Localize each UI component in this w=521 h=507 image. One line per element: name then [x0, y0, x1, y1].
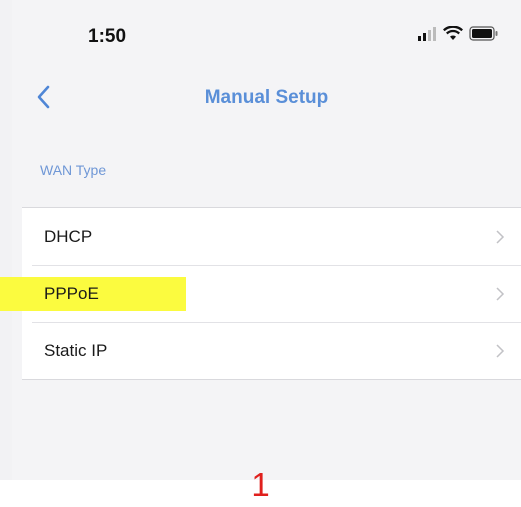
phone-screen: 1:50 Manual Setup WAN Type DHCP PPPoE St… — [12, 0, 521, 480]
chevron-right-icon — [496, 229, 505, 244]
wan-option-dhcp[interactable]: DHCP — [22, 208, 521, 265]
wan-option-static-ip[interactable]: Static IP — [22, 322, 521, 379]
wan-option-label: Static IP — [44, 340, 108, 360]
screenshot-page: 1:50 Manual Setup WAN Type DHCP PPPoE St… — [0, 0, 521, 507]
status-time: 1:50 — [88, 26, 127, 47]
status-icons — [417, 26, 499, 41]
wan-option-pppoe[interactable]: PPPoE — [22, 265, 521, 322]
step-number-annotation: 1 — [251, 466, 270, 503]
wan-option-label: PPPoE — [44, 283, 99, 303]
page-title: Manual Setup — [204, 87, 329, 108]
wan-option-label: DHCP — [44, 226, 93, 246]
left-edge — [0, 0, 12, 507]
chevron-right-icon — [496, 343, 505, 358]
battery-icon — [469, 26, 498, 41]
chevron-right-icon — [496, 286, 505, 301]
wan-type-list: DHCP PPPoE Static IP — [22, 207, 521, 380]
section-label-wan-type: WAN Type — [40, 162, 107, 178]
cellular-signal-icon — [418, 26, 436, 41]
wifi-icon — [443, 26, 463, 40]
